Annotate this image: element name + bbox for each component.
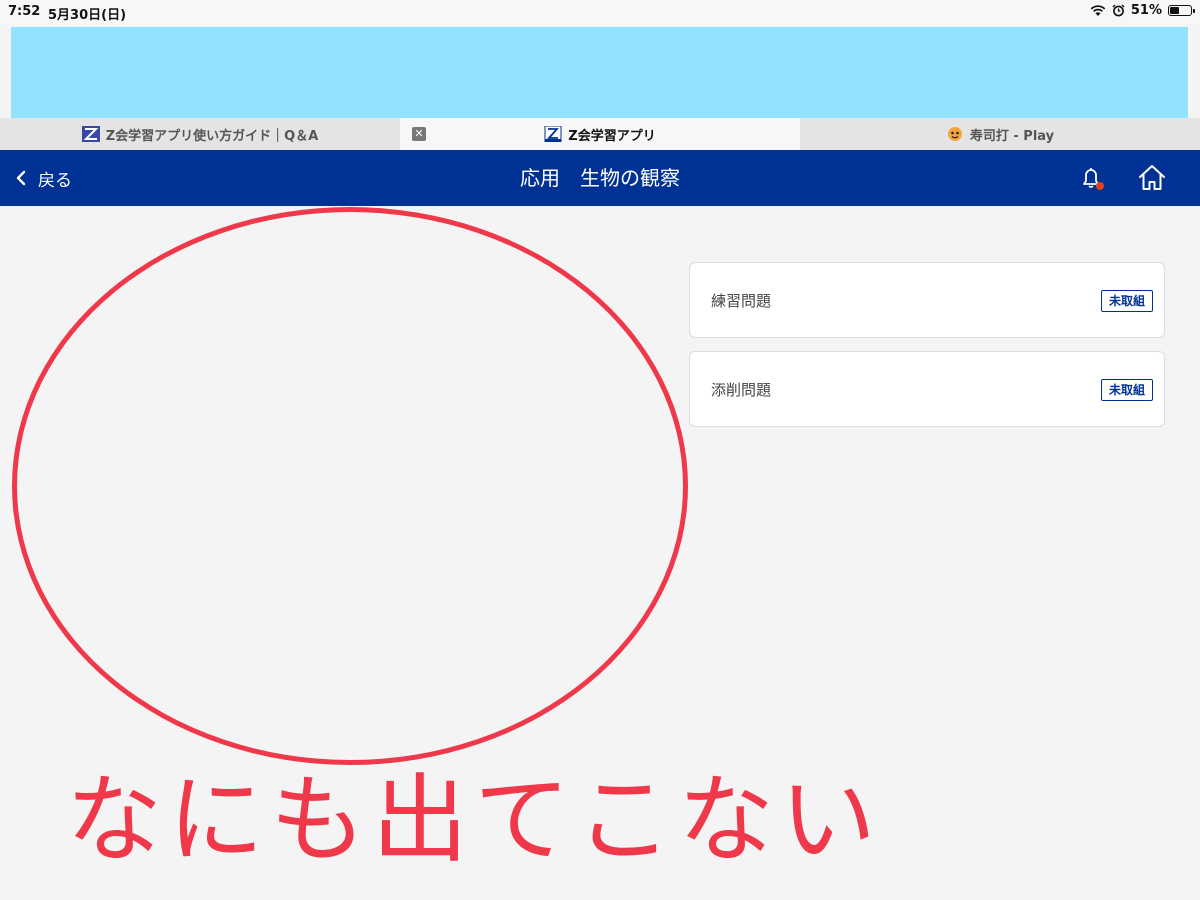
browser-tab-bar: Z会学習アプリ使い方ガイド｜Q＆A ✕ Z会学習アプリ 寿司打 - Play <box>0 118 1200 150</box>
home-button[interactable] <box>1136 162 1168 194</box>
correction-problems-card[interactable]: 添削問題 未取組 <box>689 351 1165 427</box>
status-bar: 7:52 5月30日(日) 51% <box>0 0 1200 24</box>
battery-fill <box>1170 7 1179 14</box>
notification-dot <box>1096 182 1104 190</box>
redacted-address-area <box>11 27 1188 118</box>
practice-problems-card[interactable]: 練習問題 未取組 <box>689 262 1165 338</box>
alarm-icon <box>1112 4 1125 17</box>
battery-percent: 51% <box>1130 3 1162 18</box>
annotation-text: なにも出てこない <box>66 764 882 876</box>
home-icon <box>1139 165 1165 190</box>
card-label: 添削問題 <box>711 381 772 399</box>
tab-label: 寿司打 - Play <box>969 128 1055 144</box>
status-badge: 未取組 <box>1100 379 1153 401</box>
card-label: 練習問題 <box>711 292 772 310</box>
tab-label: Z会学習アプリ <box>568 128 656 144</box>
status-date: 5月30日(日) <box>48 8 127 23</box>
tab-zkai-guide[interactable]: Z会学習アプリ使い方ガイド｜Q＆A <box>0 118 400 150</box>
close-tab-icon[interactable]: ✕ <box>412 127 426 141</box>
zkai-guide-favicon <box>81 126 100 142</box>
zkai-app-favicon <box>544 126 562 142</box>
bell-icon <box>1083 168 1104 190</box>
app-header: 戻る 応用 生物の観察 <box>0 150 1200 206</box>
status-badge: 未取組 <box>1100 290 1153 312</box>
tab-label: Z会学習アプリ使い方ガイド｜Q＆A <box>105 128 319 144</box>
tab-zkai-app[interactable]: ✕ Z会学習アプリ <box>400 118 800 150</box>
wifi-icon <box>1090 4 1106 16</box>
notification-button[interactable] <box>1076 163 1106 193</box>
status-time: 7:52 <box>8 4 41 19</box>
battery-icon <box>1168 5 1195 16</box>
sushida-favicon <box>947 127 962 141</box>
status-icons: 51% <box>1090 3 1195 18</box>
battery-nub <box>1193 9 1195 13</box>
page-title: 応用 生物の観察 <box>520 166 680 190</box>
tab-sushida[interactable]: 寿司打 - Play <box>800 118 1200 150</box>
annotation-ellipse <box>12 207 688 765</box>
